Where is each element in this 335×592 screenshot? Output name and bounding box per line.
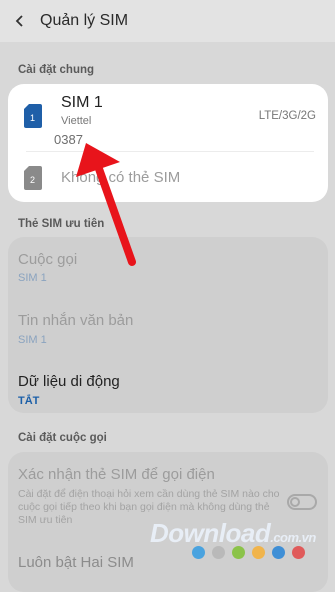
annotation-arrow-icon [76,143,136,266]
